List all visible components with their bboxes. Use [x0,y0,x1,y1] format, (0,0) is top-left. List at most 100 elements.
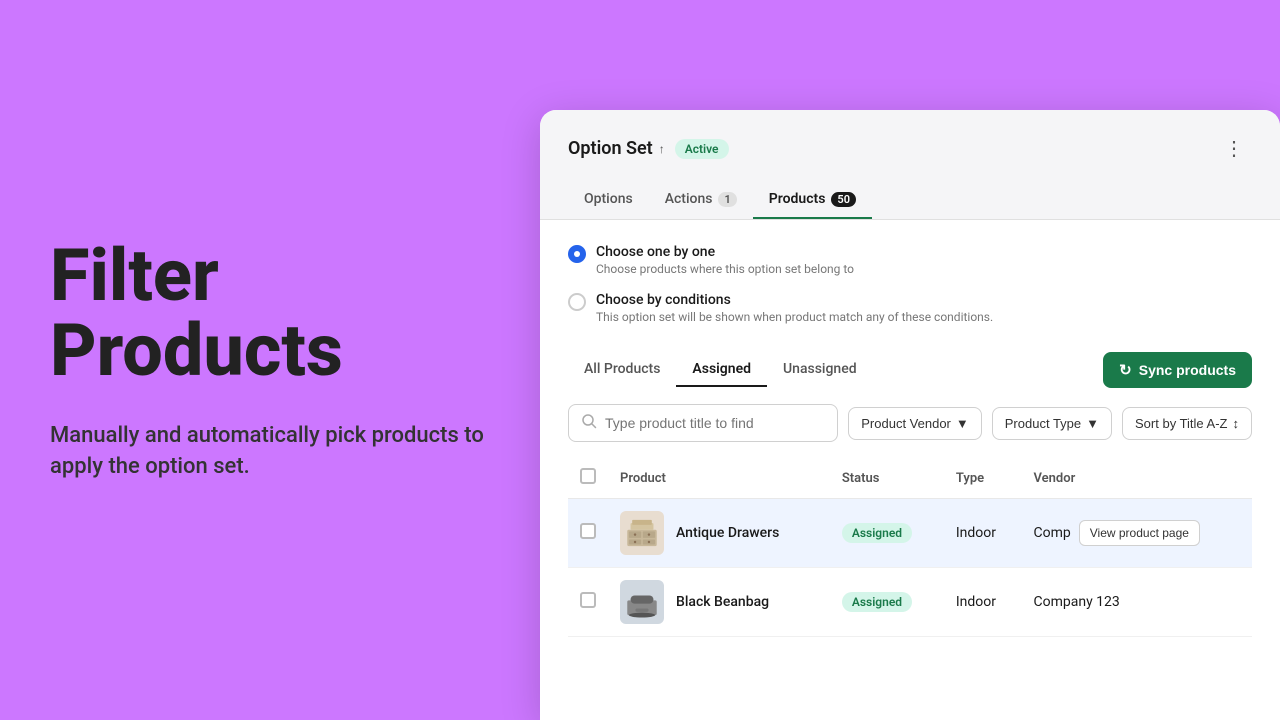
beanbag-thumb-svg [624,584,660,620]
header-left: Option Set ↑ Active [568,138,729,159]
radio-circle-by-conditions [568,293,586,311]
row1-vendor-cell: Comp View product page [1022,499,1253,568]
header-top: Option Set ↑ Active ⋮ [568,132,1252,165]
sort-button[interactable]: Sort by Title A-Z ↕ [1122,407,1252,440]
radio-desc-by-conditions: This option set will be shown when produ… [596,310,993,324]
row1-vendor: Comp [1034,525,1071,541]
sort-label: Sort by Title A-Z [1135,416,1227,431]
card-content: Choose one by one Choose products where … [540,220,1280,720]
row1-thumb [620,511,664,555]
select-all-checkbox[interactable] [580,468,596,484]
antique-drawers-thumb-svg [624,515,660,551]
product-vendor-label: Product Vendor [861,416,951,431]
col-type: Type [944,458,1022,499]
row1-type-cell: Indoor [944,499,1022,568]
row2-checkbox-cell [568,568,608,637]
table-header-row: Product Status Type Vendor [568,458,1252,499]
product-type-label: Product Type [1005,416,1081,431]
row2-type: Indoor [956,594,996,610]
col-product: Product [608,458,830,499]
app-card: Option Set ↑ Active ⋮ Options Actions 1 … [540,110,1280,720]
view-product-button-row1[interactable]: View product page [1079,520,1200,546]
row1-vendor-container: Comp View product page [1034,520,1241,546]
tab-actions[interactable]: Actions 1 [649,181,753,219]
active-badge: Active [675,139,729,159]
main-tabs: Options Actions 1 Products 50 [568,181,1252,219]
row2-vendor-cell: Company 123 [1022,568,1253,637]
row2-product: Black Beanbag [620,580,818,624]
hero-subtitle: Manually and automatically pick products… [50,421,490,483]
row1-checkbox-cell [568,499,608,568]
sub-tab-assigned-label: Assigned [692,361,751,377]
sub-tab-assigned[interactable]: Assigned [676,353,767,387]
search-icon [581,413,597,433]
left-panel: Filter Products Manually and automatical… [0,0,540,720]
search-box[interactable] [568,404,838,442]
row2-status-badge: Assigned [842,592,912,612]
hero-title: Filter Products [50,238,490,389]
hero-title-line2: Products [50,308,343,393]
card-header: Option Set ↑ Active ⋮ Options Actions 1 … [540,110,1280,220]
col-vendor: Vendor [1022,458,1253,499]
row2-type-cell: Indoor [944,568,1022,637]
radio-circle-one-by-one [568,245,586,263]
filter-row: Product Vendor ▼ Product Type ▼ Sort by … [568,404,1252,442]
table-body: Antique Drawers Assigned Indoor Comp [568,499,1252,637]
sync-icon: ↻ [1119,361,1132,379]
product-vendor-filter[interactable]: Product Vendor ▼ [848,407,982,440]
sync-products-button[interactable]: ↻ Sync products [1103,352,1252,388]
radio-option-one-by-one[interactable]: Choose one by one Choose products where … [568,244,1252,276]
row1-product-cell: Antique Drawers [608,499,830,568]
row2-product-cell: Black Beanbag [608,568,830,637]
row1-product-name: Antique Drawers [676,525,779,541]
row1-status-badge: Assigned [842,523,912,543]
sub-tab-unassigned[interactable]: Unassigned [767,353,873,387]
sub-tabs-row: All Products Assigned Unassigned ↻ Sync … [568,352,1252,388]
option-set-title: Option Set ↑ [568,138,665,159]
more-options-button[interactable]: ⋮ [1216,132,1252,165]
type-dropdown-icon: ▼ [1086,416,1099,431]
row2-vendor: Company 123 [1034,594,1120,610]
row1-status-cell: Assigned [830,499,944,568]
radio-label-by-conditions: Choose by conditions [596,292,993,308]
row1-type: Indoor [956,525,996,541]
option-set-label: Option Set [568,138,653,159]
row1-checkbox[interactable] [580,523,596,539]
col-status: Status [830,458,944,499]
radio-option-by-conditions-content: Choose by conditions This option set wil… [596,292,993,324]
vendor-dropdown-icon: ▼ [956,416,969,431]
col-checkbox [568,458,608,499]
sub-tab-unassigned-label: Unassigned [783,361,857,377]
product-type-filter[interactable]: Product Type ▼ [992,407,1112,440]
tab-actions-badge: 1 [718,192,736,207]
sync-button-label: Sync products [1139,362,1236,378]
chevron-up-icon: ↑ [659,142,665,156]
tab-actions-label: Actions [665,191,713,207]
radio-option-by-conditions[interactable]: Choose by conditions This option set wil… [568,292,1252,324]
row1-product: Antique Drawers [620,511,818,555]
product-table: Product Status Type Vendor [568,458,1252,637]
sub-tab-all-products-label: All Products [584,361,660,377]
tab-options-label: Options [584,191,633,207]
table-head: Product Status Type Vendor [568,458,1252,499]
tab-products-label: Products [769,191,826,207]
row2-checkbox[interactable] [580,592,596,608]
radio-group: Choose one by one Choose products where … [568,244,1252,324]
hero-title-line1: Filter [50,233,219,318]
row2-status-cell: Assigned [830,568,944,637]
table-row: Antique Drawers Assigned Indoor Comp [568,499,1252,568]
radio-label-one-by-one: Choose one by one [596,244,854,260]
tab-products[interactable]: Products 50 [753,181,872,219]
sort-icon: ↕ [1233,416,1240,431]
row2-product-name: Black Beanbag [676,594,769,610]
tab-options[interactable]: Options [568,181,649,219]
table-row: Black Beanbag Assigned Indoor Company 12… [568,568,1252,637]
radio-option-one-by-one-content: Choose one by one Choose products where … [596,244,854,276]
sub-tabs: All Products Assigned Unassigned [568,353,873,387]
radio-desc-one-by-one: Choose products where this option set be… [596,262,854,276]
tab-products-badge: 50 [831,192,856,207]
right-panel: Option Set ↑ Active ⋮ Options Actions 1 … [540,0,1280,720]
row2-thumb [620,580,664,624]
search-input[interactable] [605,415,825,431]
sub-tab-all-products[interactable]: All Products [568,353,676,387]
